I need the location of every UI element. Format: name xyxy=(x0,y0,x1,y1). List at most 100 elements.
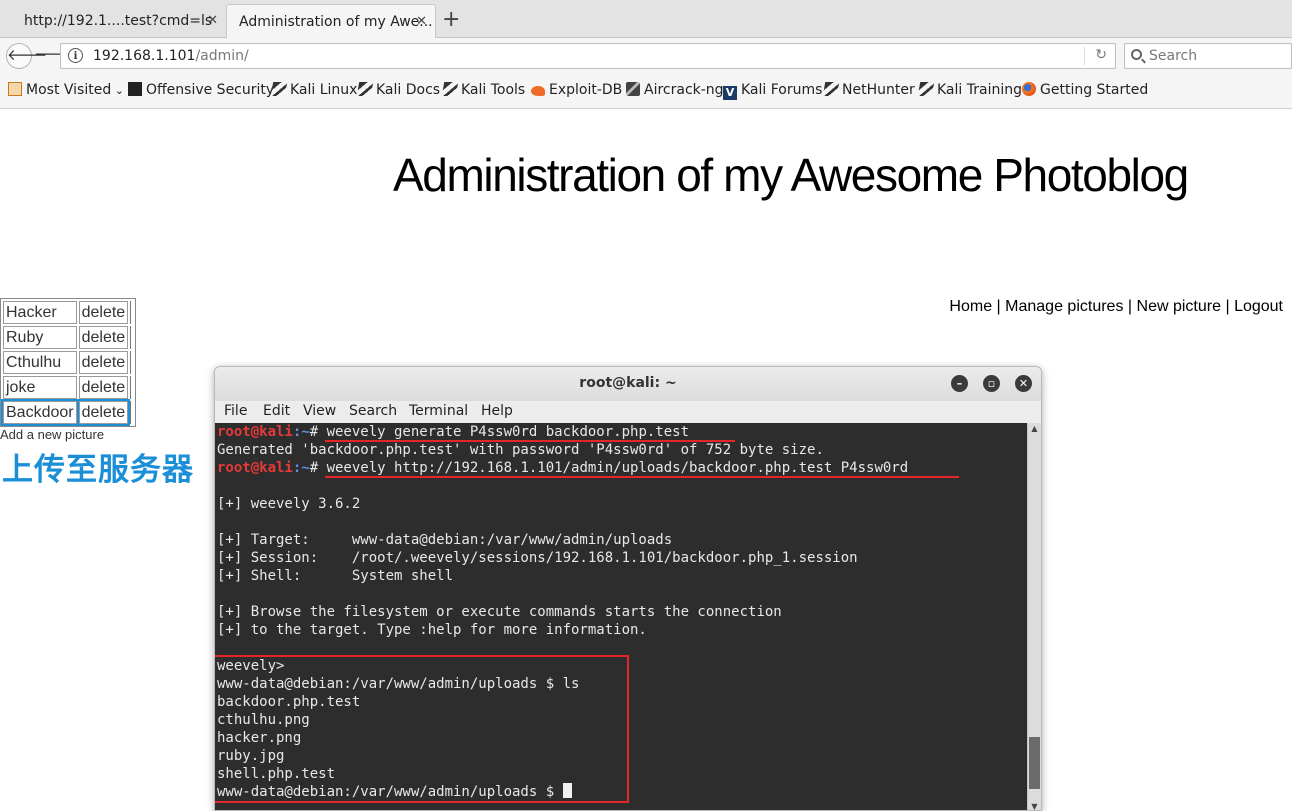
bookmark-kali-tools[interactable]: Kali Tools xyxy=(441,81,525,99)
close-icon[interactable]: ✕ xyxy=(207,4,218,38)
nav-separator: | xyxy=(1127,298,1133,315)
divider xyxy=(1084,47,1085,65)
bookmark-kali-training[interactable]: Kali Training xyxy=(917,81,1022,99)
top-nav: Home | Manage pictures | New picture | L… xyxy=(949,298,1283,316)
kali-dragon-icon xyxy=(356,82,374,96)
back-button[interactable]: 🡐 xyxy=(6,43,47,69)
bookmark-exploit-db[interactable]: Exploit-DB xyxy=(531,81,622,99)
picture-name: Hacker xyxy=(3,301,77,324)
delete-link[interactable]: delete xyxy=(78,376,129,399)
menu-file[interactable]: File xyxy=(224,403,247,419)
terminal-line: root@kali:~# weevely http://192.168.1.10… xyxy=(217,460,909,476)
terminal-output[interactable]: root@kali:~# weevely generate P4ssw0rd b… xyxy=(215,423,1027,810)
menu-terminal[interactable]: Terminal xyxy=(409,403,468,419)
nav-link-manage-pictures[interactable]: Manage pictures xyxy=(1005,298,1123,315)
terminal-line: [+] weevely 3.6.2 xyxy=(217,496,361,512)
nav-link-home[interactable]: Home xyxy=(949,298,992,315)
pictures-table: Hacker delete Ruby delete Cthulhu delete… xyxy=(0,298,137,427)
navigation-bar: 🡐 🡒 i 192.168.1.101/admin/ ↻ Search xyxy=(0,38,1292,73)
delete-link[interactable]: delete xyxy=(78,301,129,324)
table-row: joke delete xyxy=(3,376,133,399)
menu-edit[interactable]: Edit xyxy=(263,403,290,419)
highlight-underline xyxy=(325,476,959,478)
highlight-box xyxy=(215,655,629,803)
picture-name: Backdoor xyxy=(1,399,79,426)
table-row: Backdoor delete xyxy=(1,399,133,426)
kali-forums-icon: V xyxy=(723,86,737,100)
tab-label: http://192.1....test?cmd=ls xyxy=(24,13,213,29)
chevron-down-icon: ⌄ xyxy=(111,84,124,97)
offsec-icon xyxy=(128,82,142,96)
info-icon[interactable]: i xyxy=(68,48,83,63)
bookmark-kali-docs[interactable]: Kali Docs xyxy=(356,81,440,99)
tab-bar: http://192.1....test?cmd=ls ✕ Administra… xyxy=(0,0,1292,38)
aircrack-icon xyxy=(626,82,640,96)
terminal-line: Generated 'backdoor.php.test' with passw… xyxy=(217,442,824,458)
exploit-db-icon xyxy=(531,86,545,96)
nav-link-new-picture[interactable]: New picture xyxy=(1137,298,1221,315)
maximize-icon[interactable]: ▫ xyxy=(983,375,1000,392)
reload-icon[interactable]: ↻ xyxy=(1095,47,1107,63)
close-icon[interactable]: ✕ xyxy=(1015,375,1032,392)
terminal-line: [+] Browse the filesystem or execute com… xyxy=(217,604,782,620)
terminal-menubar: File Edit View Search Terminal Help xyxy=(215,401,1041,423)
delete-link[interactable]: delete xyxy=(78,326,129,349)
forward-button[interactable]: 🡒 xyxy=(34,43,74,69)
url-bar[interactable]: i 192.168.1.101/admin/ ↻ xyxy=(60,43,1116,69)
scroll-down-icon[interactable]: ▼ xyxy=(1029,802,1040,810)
terminal-line: [+] Session: /root/.weevely/sessions/192… xyxy=(217,550,858,566)
search-input[interactable]: Search xyxy=(1124,43,1292,69)
scrollbar-thumb[interactable] xyxy=(1029,737,1040,789)
table-row: Hacker delete xyxy=(3,301,133,324)
menu-view[interactable]: View xyxy=(303,403,336,419)
delete-link[interactable]: delete xyxy=(76,399,131,426)
bookmark-offensive-security[interactable]: Offensive Security xyxy=(128,81,274,99)
table-cell xyxy=(130,326,133,349)
most-visited-icon xyxy=(8,82,22,96)
search-placeholder: Search xyxy=(1149,48,1198,64)
bookmark-aircrack-ng[interactable]: Aircrack-ng xyxy=(626,81,724,99)
terminal-window: root@kali: ~ – ▫ ✕ File Edit View Search… xyxy=(214,366,1042,811)
tab-admin[interactable]: Administration of my Awe... ✕ xyxy=(226,4,436,38)
terminal-line: [+] to the target. Type :help for more i… xyxy=(217,622,647,638)
annotation-caption: 上传至服务器 xyxy=(2,452,194,488)
bookmark-kali-forums[interactable]: V Kali Forums xyxy=(723,81,822,100)
minimize-icon[interactable]: – xyxy=(951,375,968,392)
bookmark-nethunter[interactable]: NetHunter xyxy=(822,81,915,99)
picture-name: Cthulhu xyxy=(3,351,77,374)
kali-dragon-icon xyxy=(917,82,935,96)
add-picture-link[interactable]: Add a new picture xyxy=(0,427,104,442)
table-cell xyxy=(130,401,133,424)
menu-help[interactable]: Help xyxy=(481,403,513,419)
delete-link[interactable]: delete xyxy=(78,351,129,374)
table-cell xyxy=(130,301,133,324)
table-row: Cthulhu delete xyxy=(3,351,133,374)
kali-dragon-icon xyxy=(822,82,840,96)
close-icon[interactable]: ✕ xyxy=(416,5,427,38)
scroll-up-icon[interactable]: ▲ xyxy=(1029,424,1040,433)
bookmark-most-visited[interactable]: Most Visited ⌄ xyxy=(8,81,124,100)
search-icon xyxy=(1131,49,1142,60)
terminal-scrollbar[interactable]: ▲ ▼ xyxy=(1027,423,1041,810)
kali-dragon-icon xyxy=(270,82,288,96)
terminal-titlebar[interactable]: root@kali: ~ – ▫ ✕ xyxy=(215,367,1041,401)
nav-link-logout[interactable]: Logout xyxy=(1234,298,1283,315)
url-text[interactable]: 192.168.1.101/admin/ xyxy=(93,48,249,64)
bookmarks-toolbar: Most Visited ⌄ Offensive Security Kali L… xyxy=(0,73,1292,109)
table-row: Ruby delete xyxy=(3,326,133,349)
page-title: Administration of my Awesome Photoblog xyxy=(393,149,1189,201)
table-cell xyxy=(130,376,133,399)
tab-cmd-ls[interactable]: http://192.1....test?cmd=ls ✕ xyxy=(12,4,226,38)
picture-name: joke xyxy=(3,376,77,399)
terminal-title: root@kali: ~ xyxy=(579,375,677,391)
tab-label: Administration of my Awe... xyxy=(239,14,433,30)
terminal-line: [+] Shell: System shell xyxy=(217,568,454,584)
picture-name: Ruby xyxy=(3,326,77,349)
kali-dragon-icon xyxy=(441,82,459,96)
new-tab-button[interactable]: + xyxy=(442,7,460,33)
terminal-line: [+] Target: www-data@debian:/var/www/adm… xyxy=(217,532,673,548)
menu-search[interactable]: Search xyxy=(349,403,397,419)
nav-separator: | xyxy=(1225,298,1230,315)
bookmark-getting-started[interactable]: Getting Started xyxy=(1022,81,1148,99)
bookmark-kali-linux[interactable]: Kali Linux xyxy=(270,81,357,99)
